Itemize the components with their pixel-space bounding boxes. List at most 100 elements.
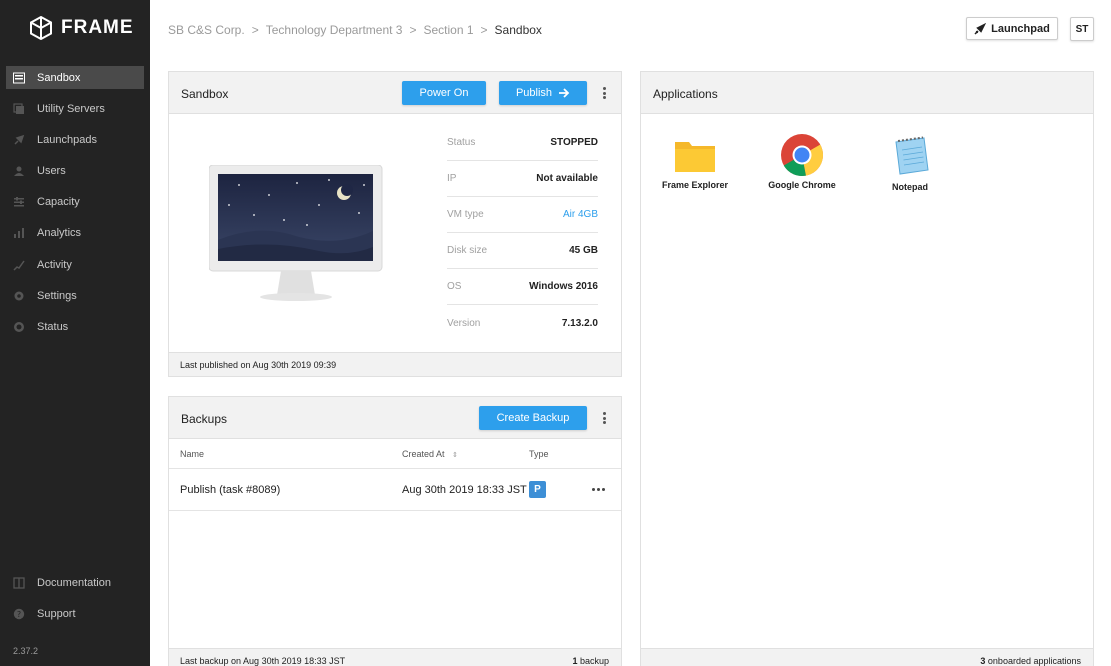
status-value: STOPPED [550,137,598,148]
capacity-icon [13,196,25,208]
sidebar-item-label: Launchpads [37,133,97,146]
launchpad-button[interactable]: Launchpad [966,17,1058,40]
settings-icon [13,290,25,302]
sandbox-panel: Sandbox Power On Publish Status STOPPED [168,71,622,377]
applications-panel-header: Applications [641,72,1093,114]
version-value: 7.13.2.0 [561,317,598,329]
publish-button[interactable]: Publish [499,81,587,105]
sidebar-item-capacity[interactable]: Capacity [6,190,144,213]
sidebar-item-analytics[interactable]: Analytics [6,221,144,244]
book-icon [13,576,25,589]
sandbox-panel-header: Sandbox Power On Publish [169,72,621,114]
monitor-illustration [209,165,383,301]
disk-size-value: 45 GB [569,245,598,256]
applications-panel-footer: 3 onboarded applications [641,648,1093,666]
app-frame-explorer[interactable]: Frame Explorer [645,136,745,190]
backups-panel-footer: Last backup on Aug 30th 2019 18:33 JST 1… [169,648,621,666]
frame-logo[interactable]: FRAME [29,16,134,40]
create-backup-button[interactable]: Create Backup [479,406,587,430]
power-on-button[interactable]: Power On [402,81,486,105]
sidebar-item-label: Utility Servers [37,102,105,115]
breadcrumb-separator: > [409,23,417,37]
backup-name: Publish (task #8089) [180,484,281,496]
breadcrumb-item[interactable]: Technology Department 3 [266,23,403,37]
breadcrumb: SB C&S Corp. > Technology Department 3 >… [168,23,542,37]
sandbox-panel-footer: Last published on Aug 30th 2019 09:39 [169,352,621,376]
arrow-right-icon [559,88,570,98]
detail-key: IP [447,173,457,184]
breadcrumb-current: Sandbox [494,23,542,37]
detail-key: Version [447,317,481,329]
table-row[interactable]: Publish (task #8089) Aug 30th 2019 18:33… [169,469,621,510]
column-header-created-at[interactable]: Created At ⇕ [402,449,458,459]
sidebar-item-label: Support [37,607,76,620]
onboarded-unit: onboarded applications [985,656,1081,666]
breadcrumb-item[interactable]: Section 1 [423,23,473,37]
breadcrumb-separator: > [251,23,259,37]
sidebar-item-launchpads[interactable]: Launchpads [6,128,144,151]
column-header-type[interactable]: Type [529,449,549,459]
sidebar-item-documentation[interactable]: Documentation [6,571,144,594]
sidebar-item-label: Documentation [37,576,111,589]
detail-key: Status [447,137,476,148]
app-version: 2.37.2 [13,646,39,656]
brand-name: FRAME [61,17,134,38]
sidebar-item-label: Settings [37,289,77,302]
sandbox-more-menu[interactable] [599,85,609,101]
sandbox-panel-title: Sandbox [181,87,229,101]
publish-label: Publish [515,87,553,99]
os-value: Windows 2016 [529,281,598,292]
column-header-label: Created At [402,449,445,459]
row-actions-menu[interactable] [592,488,605,491]
sidebar-item-activity[interactable]: Activity [6,253,144,276]
chrome-icon [781,134,824,176]
detail-row-version: Version 7.13.2.0 [447,305,598,341]
detail-key: VM type [447,209,484,220]
applications-panel-title: Applications [653,87,718,101]
sidebar-item-label: Analytics [37,226,82,239]
app-label: Frame Explorer [661,180,729,190]
launchpad-label: Launchpad [991,22,1050,35]
sort-icon: ⇕ [452,452,458,459]
sidebar-item-utility-servers[interactable]: Utility Servers [6,97,144,120]
detail-key: OS [447,281,462,292]
detail-key: Disk size [447,245,488,256]
sidebar-item-sandbox[interactable]: Sandbox [6,66,144,89]
rocket-icon [974,22,987,35]
frame-logo-icon [30,16,52,40]
breadcrumb-separator: > [480,23,488,37]
app-google-chrome[interactable]: Google Chrome [752,134,852,190]
ip-value: Not available [536,173,598,184]
servers-icon [13,102,25,115]
backup-count-unit: backup [577,656,609,666]
sidebar-item-support[interactable]: ? Support [6,602,144,625]
sidebar-item-label: Capacity [37,195,80,208]
sidebar-item-label: Status [37,320,69,333]
notepad-icon [895,136,929,175]
status-icon [13,321,25,333]
sidebar-item-label: Users [37,164,66,177]
sidebar-item-label: Sandbox [37,71,81,84]
detail-row-disk-size: Disk size 45 GB [447,233,598,269]
column-header-name[interactable]: Name [180,449,204,459]
app-notepad[interactable]: Notepad [860,136,960,192]
sidebar: FRAME Sandbox Utility Servers Launchpads… [0,0,150,666]
backup-created-at: Aug 30th 2019 18:33 JST [402,484,527,496]
breadcrumb-item[interactable]: SB C&S Corp. [168,23,245,37]
backups-panel-header: Backups Create Backup [169,397,621,439]
sidebar-item-users[interactable]: Users [6,159,144,182]
sidebar-item-settings[interactable]: Settings [6,284,144,307]
avatar[interactable]: ST [1070,17,1094,41]
vm-type-link[interactable]: Air 4GB [563,209,598,220]
detail-row-ip: IP Not available [447,161,598,197]
svg-text:?: ? [17,610,21,619]
help-icon: ? [13,608,25,620]
backups-panel-title: Backups [181,412,228,426]
backups-more-menu[interactable] [599,410,609,426]
sidebar-item-label: Activity [37,258,72,271]
app-label: Google Chrome [768,180,836,190]
sidebar-item-status[interactable]: Status [6,315,144,338]
last-published-text: Last published on Aug 30th 2019 09:39 [180,360,337,370]
launchpads-icon [13,134,25,146]
backup-type-badge: P [529,481,546,498]
